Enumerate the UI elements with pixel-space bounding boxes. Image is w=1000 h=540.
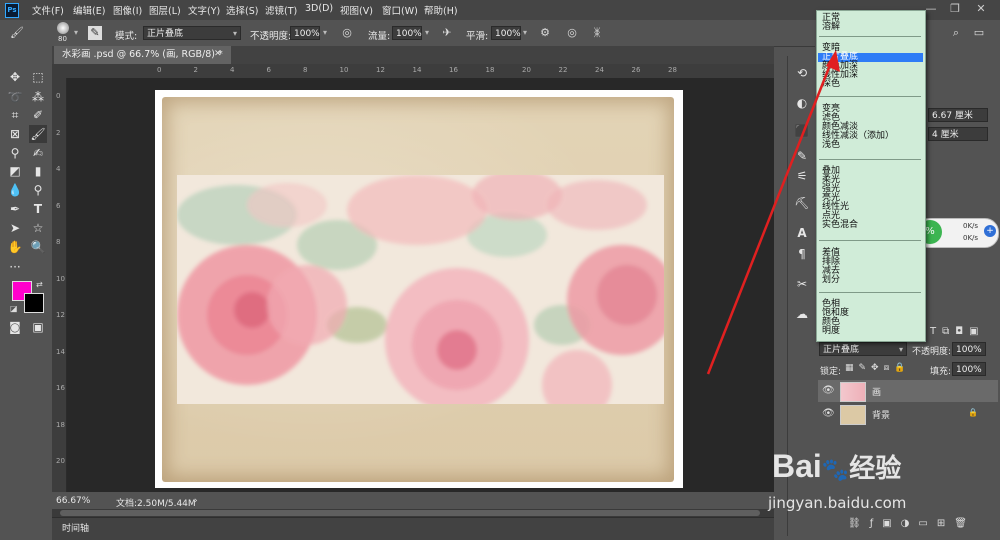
arrow-shaft (706, 59, 834, 375)
watermark-brand2: 经验 (849, 453, 902, 483)
watermark-brand: Bai (772, 448, 822, 484)
watermark-url: jingyan.baidu.com (768, 494, 907, 512)
paw-icon: 🐾 (821, 457, 850, 482)
watermark-logo: Bai🐾经验 (772, 448, 901, 485)
